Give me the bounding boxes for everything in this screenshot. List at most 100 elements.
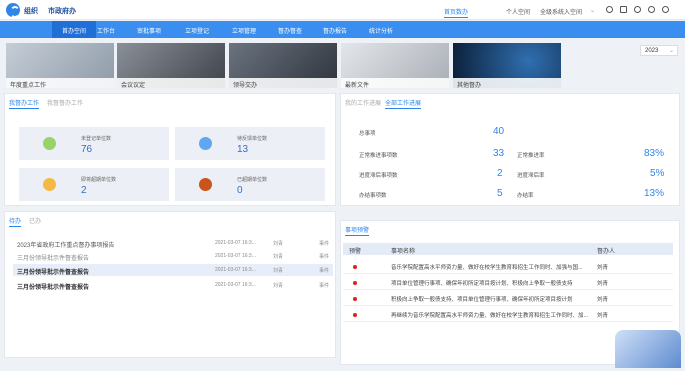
banner-leader[interactable]: 领导交办: [229, 43, 337, 88]
year-select[interactable]: 2023 ⌄: [640, 45, 678, 56]
stat-card-unregistered[interactable]: 未登记单位数 76: [19, 127, 169, 160]
year-value: 2023: [645, 48, 659, 54]
todo-type: 事件: [319, 254, 330, 260]
row-name: 项目单位管理行事项、确保年初所定项目按计划、积极向上争取一般债支持: [391, 281, 573, 287]
tab-my-supervise[interactable]: 我督办工作: [9, 98, 40, 109]
table-row[interactable]: 再继续为音乐学院配置高水平师资力量、做好在校学生教育和招生工作同时、加... 刘…: [343, 307, 673, 322]
todo-time: 2021-03-07 16:3...: [215, 253, 256, 259]
done-label: 办结事项数: [359, 193, 387, 199]
banner-label: 会议议定: [117, 78, 225, 88]
todo-row[interactable]: 三月份领导批示件督查报告 2021-03-07 16:3... 刘青 事件: [13, 264, 333, 276]
todo-title: 三月份领导批示件督查报告: [17, 270, 90, 276]
total-value: 40: [493, 126, 505, 137]
todo-time: 2021-03-07 16:3...: [215, 240, 256, 246]
alert-dot-icon: [353, 281, 357, 285]
banner-label: 年度重点工作: [6, 78, 114, 88]
top-nav-system[interactable]: 全级系统入空间: [540, 7, 582, 16]
todo-user: 刘青: [273, 254, 284, 260]
tab-todo[interactable]: 待办: [9, 216, 22, 227]
tab-done[interactable]: 已办: [29, 216, 41, 225]
stat-card-due-soon[interactable]: 即将超期单位数 2: [19, 168, 169, 201]
todo-title: 三月份领导批示件督查报告: [17, 256, 90, 262]
mail-icon: [199, 137, 212, 150]
chevron-down-icon[interactable]: ⌄: [590, 7, 595, 14]
nav-approval[interactable]: 审批事项: [137, 26, 161, 35]
delay-label: 进度滞后事项数: [359, 173, 398, 179]
banner-meeting[interactable]: 会议议定: [117, 43, 225, 88]
todo-row[interactable]: 2023年省政府工作重点督办事项报告 2021-03-07 16:3... 刘青…: [15, 237, 330, 249]
done-value: 5: [497, 188, 503, 199]
row-user: 刘青: [597, 313, 609, 319]
top-nav-home[interactable]: 首页数办: [444, 7, 469, 18]
todo-user: 刘青: [273, 283, 284, 289]
todo-user: 刘青: [273, 268, 284, 274]
table-row[interactable]: 项目单位管理行事项、确保年初所定项目按计划、积极向上争取一般债支持 刘青: [343, 275, 673, 290]
app-logo-icon: [6, 3, 20, 18]
row-name: 音乐学院配置高水平师资力量、做好在校学生教育和招生工作同时、加强与国...: [391, 265, 583, 271]
stat-card-overdue[interactable]: 已超期单位数 0: [175, 168, 325, 201]
alert-dot-icon: [353, 297, 357, 301]
progress-panel: 我的工作进展 全部工作进展 总事项 40 正常推进事项数 33 正常推进率 83…: [340, 93, 680, 206]
alert-dot-icon: [353, 313, 357, 317]
normal-rate-value: 83%: [644, 148, 665, 159]
tab-my-progress[interactable]: 我的工作进展: [345, 98, 381, 107]
document-icon: [43, 137, 56, 150]
main-nav: 首办空间 工作台 审批事项 立项登记 立项管理 督办督查 督办报告 统计分析: [0, 21, 685, 38]
alert-dot-icon: [353, 265, 357, 269]
stat-card-pending[interactable]: 待反馈单位数 13: [175, 127, 325, 160]
col-name: 事项名称: [391, 249, 416, 255]
stat-value: 2: [81, 185, 87, 196]
banner-annual[interactable]: 年度重点工作: [6, 43, 114, 88]
nav-register[interactable]: 立项登记: [185, 26, 209, 35]
org-title: 市政府办: [48, 8, 76, 15]
nav-manage[interactable]: 立项管理: [232, 26, 256, 35]
stat-value: 76: [81, 144, 93, 155]
nav-report[interactable]: 督办报告: [323, 26, 347, 35]
tab-supervised[interactable]: 我督督办工作: [47, 98, 83, 107]
help-icon[interactable]: [648, 6, 655, 13]
table-row[interactable]: 积极向上争取一般债支持、项目单位管理行事项、确保年初所定项目按计划 刘青: [343, 291, 673, 306]
total-label: 总事项: [359, 131, 376, 137]
banner-files[interactable]: 最新文件: [341, 43, 449, 88]
tab-all-progress[interactable]: 全部工作进展: [385, 98, 422, 109]
tab-warning[interactable]: 事项预警: [345, 225, 370, 236]
row-user: 刘青: [597, 297, 609, 303]
normal-label: 正常推进事项数: [359, 153, 398, 159]
assistant-mascot-icon[interactable]: [615, 330, 681, 368]
todo-type: 事件: [319, 241, 330, 247]
grid-icon[interactable]: [620, 6, 627, 13]
normal-rate-label: 正常推进率: [517, 153, 545, 159]
user-icon[interactable]: [606, 6, 613, 13]
stat-value: 0: [237, 185, 243, 196]
top-bar: 组织 市政府办 首页数办 个人空间 全级系统入空间 ⌄: [0, 0, 685, 20]
table-row[interactable]: 音乐学院配置高水平师资力量、做好在校学生教育和招生工作同时、加强与国... 刘青: [343, 259, 673, 274]
done-rate-value: 13%: [644, 188, 665, 199]
search-icon[interactable]: [634, 6, 641, 13]
settings-icon[interactable]: [662, 6, 669, 13]
table-header: 预警 事项名称 督办人: [343, 243, 673, 255]
todo-title: 2023年省政府工作重点督办事项报告: [17, 243, 115, 249]
row-name: 再继续为音乐学院配置高水平师资力量、做好在校学生教育和招生工作同时、加...: [391, 313, 589, 319]
stat-label: 待反馈单位数: [237, 136, 268, 142]
todo-row[interactable]: 三月份领导批示件督查报告 2021-03-07 16:3... 刘青 事件: [15, 250, 330, 262]
banner-label: 最新文件: [341, 78, 449, 88]
delay-value: 2: [497, 168, 503, 179]
todo-row[interactable]: 三月份领导批示件督查报告 2021-03-07 16:3... 刘青 事件: [15, 279, 330, 291]
col-user: 督办人: [597, 249, 616, 255]
todo-user: 刘青: [273, 241, 284, 247]
top-nav-personal[interactable]: 个人空间: [506, 7, 530, 16]
stat-label: 即将超期单位数: [81, 177, 117, 183]
todo-title: 三月份领导批示件督查报告: [17, 285, 90, 291]
todo-time: 2021-03-07 16:3...: [215, 267, 256, 273]
overview-panel: 我督办工作 我督督办工作 未登记单位数 76 待反馈单位数 13 即将超期单位数…: [4, 93, 336, 206]
nav-home[interactable]: 首办空间: [52, 21, 97, 38]
nav-supervise[interactable]: 督办督查: [278, 26, 302, 35]
nav-workbench[interactable]: 工作台: [97, 26, 115, 35]
delay-rate-label: 进度滞后率: [517, 173, 545, 179]
banner-other[interactable]: 其他督办: [453, 43, 561, 88]
banner-label: 领导交办: [229, 78, 337, 88]
stat-label: 未登记单位数: [81, 136, 112, 142]
banner-label: 其他督办: [453, 78, 561, 88]
nav-stats[interactable]: 统计分析: [369, 26, 393, 35]
clock-icon: [43, 178, 56, 191]
